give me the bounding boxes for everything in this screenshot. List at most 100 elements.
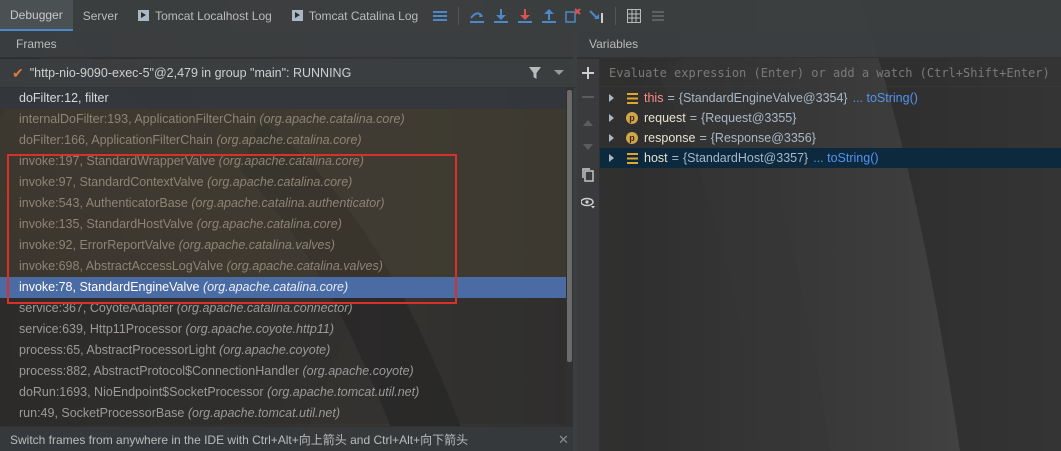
equals-sign: = [699, 131, 707, 145]
variable-name: host [644, 151, 668, 165]
drop-frame-icon [565, 7, 581, 23]
frame-package: (org.apache.tomcat.util.net) [267, 385, 420, 399]
variables-tree: this = {StandardEngineValve@3354}... toStr… [600, 88, 1061, 168]
restore-layout-button[interactable] [429, 5, 451, 27]
variable-name: this [644, 91, 664, 105]
frame-method: doFilter:166, ApplicationFilterChain [19, 133, 213, 147]
force-step-into-button[interactable] [514, 5, 536, 27]
frame-row[interactable]: process:65, AbstractProcessorLight (org.… [0, 340, 566, 361]
arrow-down-icon [583, 144, 593, 150]
frame-method: internalDoFilter:193, ApplicationFilterC… [19, 112, 256, 126]
filter-icon[interactable] [528, 66, 542, 80]
expand-arrow-icon[interactable] [609, 114, 614, 122]
frame-row[interactable]: doRun:1693, NioEndpoint$SocketProcessor … [0, 382, 566, 403]
step-out-icon [542, 8, 557, 23]
frame-package: (org.apache.coyote) [302, 364, 414, 378]
frame-package: (org.apache.tomcat.util.net) [187, 406, 341, 420]
variable-row[interactable]: this = {StandardEngineValve@3354} ... toStr… [600, 88, 1061, 108]
tab-server[interactable]: Server [73, 0, 128, 31]
variable-row[interactable]: p request = {Request@3355} [600, 108, 1061, 128]
variable-value: {Response@3356} [710, 131, 816, 145]
step-out-button[interactable] [538, 5, 560, 27]
equals-sign: = [689, 111, 698, 125]
tab-debugger[interactable]: Debugger [0, 0, 73, 31]
step-into-button[interactable] [490, 5, 512, 27]
frames-scrollbar[interactable] [566, 88, 573, 426]
trace-button[interactable] [647, 5, 669, 27]
tab-label: Debugger [10, 7, 63, 22]
variables-header: Variables [577, 31, 1061, 58]
frame-method: doRun:1693, NioEndpoint$SocketProcessor [19, 385, 264, 399]
parameter-icon: p [626, 132, 638, 144]
step-over-icon [470, 11, 485, 23]
toolbar-separator [615, 6, 617, 25]
scrollbar-thumb[interactable] [567, 90, 572, 362]
debug-toolbar: Debugger Server Tomcat Localhost Log Tom… [0, 0, 1061, 32]
equals-sign: = [667, 91, 675, 105]
tab-label: Tomcat Catalina Log [308, 8, 419, 23]
frame-method: doFilter:12, filter [19, 91, 109, 105]
arrow-up-icon [583, 120, 593, 126]
variable-name: response [644, 131, 696, 145]
frame-method: run:49, SocketProcessorBase [19, 406, 185, 420]
move-down-button[interactable] [580, 139, 596, 155]
thread-label: "http-nio-9090-exec-5"@2,479 in group "m… [29, 66, 352, 80]
status-hint: Switch frames from anywhere in the IDE w… [0, 426, 573, 451]
checkmark-icon: ✔ [12, 64, 24, 81]
evaluate-row [600, 59, 1061, 87]
frames-header: Frames [0, 31, 573, 58]
run-to-cursor-button[interactable] [586, 5, 608, 27]
expand-arrow-icon[interactable] [609, 134, 614, 142]
eye-icon [581, 197, 595, 209]
remove-watch-button[interactable] [580, 89, 596, 105]
evaluate-expression-button[interactable] [623, 5, 645, 27]
variable-name: request [644, 111, 686, 125]
frame-row[interactable]: doFilter:12, filter [0, 88, 566, 109]
tostring-link[interactable]: ... toString() [853, 91, 918, 105]
evaluate-expression-input[interactable] [609, 65, 1049, 80]
frame-method: process:65, AbstractProcessorLight [19, 343, 216, 357]
move-up-button[interactable] [580, 115, 596, 131]
frame-package: (org.apache.catalina.core) [259, 112, 405, 126]
frame-package: (org.apache.coyote.http11) [185, 322, 335, 336]
thread-selector[interactable]: ✔ "http-nio-9090-exec-5"@2,479 in group … [0, 59, 576, 88]
add-watch-button[interactable] [580, 65, 596, 81]
expand-arrow-icon[interactable] [609, 94, 614, 102]
copy-icon [582, 168, 594, 182]
variable-value: {Request@3355} [701, 111, 797, 125]
variable-row[interactable]: host = {StandardHost@3357} ... toString() [600, 148, 1061, 168]
highlight-box [7, 154, 457, 304]
copy-button[interactable] [580, 167, 596, 183]
field-icon [626, 152, 638, 164]
equals-sign: = [671, 151, 679, 165]
frame-package: (org.apache.coyote) [219, 343, 331, 357]
variable-row[interactable]: p response = {Response@3356} [600, 128, 1061, 148]
tab-label: Server [82, 8, 119, 23]
frame-row[interactable]: doFilter:166, ApplicationFilterChain (or… [0, 130, 566, 151]
step-into-icon [494, 8, 509, 23]
frame-row[interactable]: internalDoFilter:193, ApplicationFilterC… [0, 109, 566, 130]
tab-label: Tomcat Localhost Log [155, 8, 272, 23]
chevron-down-icon[interactable] [554, 70, 564, 75]
expand-arrow-icon[interactable] [609, 154, 614, 162]
trace-icon [652, 10, 665, 21]
frame-row[interactable]: process:882, AbstractProtocol$Connection… [0, 361, 566, 382]
view-options-button[interactable] [580, 195, 596, 211]
status-hint-text: Switch frames from anywhere in the IDE w… [10, 432, 469, 447]
field-icon [626, 92, 638, 104]
step-over-button[interactable] [466, 5, 488, 27]
close-icon[interactable]: ✕ [558, 432, 569, 448]
frame-row[interactable]: run:49, SocketProcessorBase (org.apache.… [0, 403, 566, 424]
frame-method: service:639, Http11Processor [19, 322, 183, 336]
frame-package: (org.apache.catalina.core) [216, 133, 362, 147]
frame-row[interactable]: service:639, Http11Processor (org.apache… [0, 319, 566, 340]
variable-value: {StandardEngineValve@3354} [678, 91, 848, 105]
force-step-into-icon [518, 8, 533, 23]
toolbar-separator [458, 6, 460, 25]
tab-tomcat-localhost-log[interactable]: Tomcat Localhost Log [128, 0, 282, 31]
tab-tomcat-catalina-log[interactable]: Tomcat Catalina Log [282, 0, 428, 31]
restore-layout-icon [433, 10, 448, 21]
tostring-link[interactable]: ... toString() [813, 151, 878, 165]
drop-frame-button[interactable] [562, 5, 584, 27]
parameter-icon: p [626, 112, 638, 124]
